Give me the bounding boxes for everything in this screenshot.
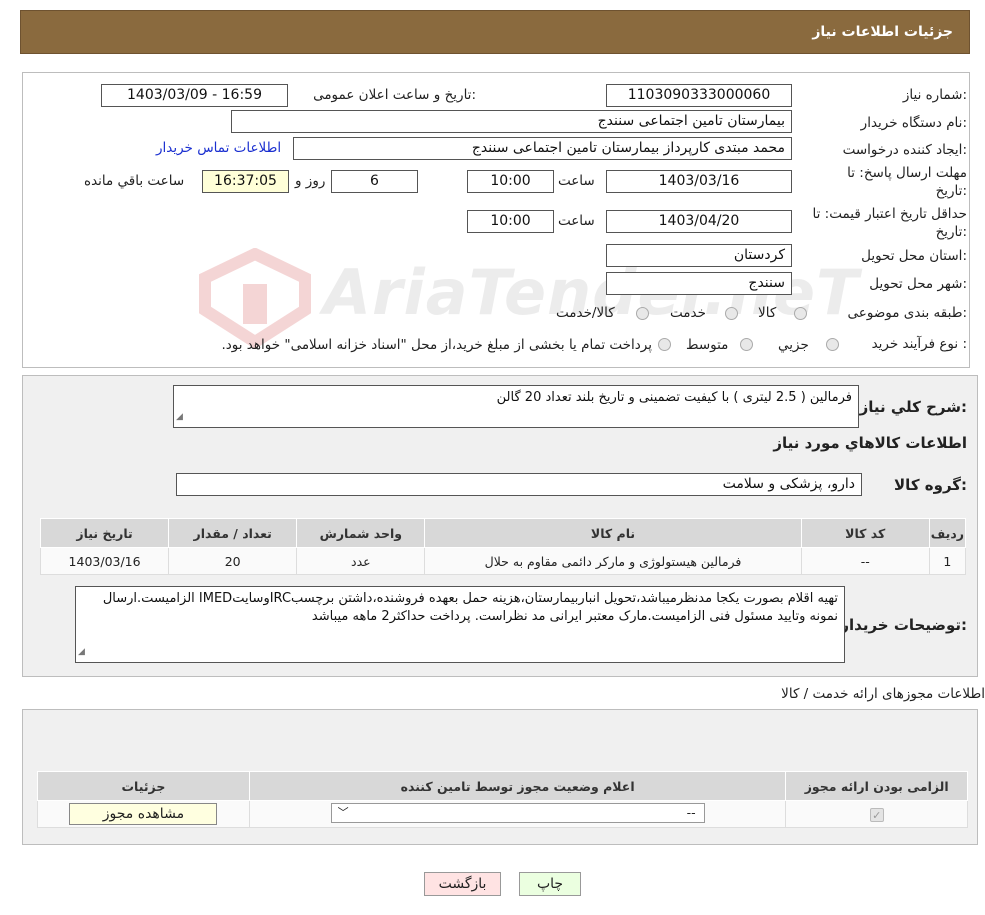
col-date: تاریخ نیاز	[39, 518, 170, 548]
process-medium-label: متوسط	[686, 337, 729, 353]
days-label: روز و	[295, 173, 326, 189]
deadline-time-field: 10:00	[467, 170, 554, 193]
permits-title: اطلاعات مجوزهای ارائه خدمت / کالا	[781, 686, 985, 702]
category-goods-service-radio[interactable]	[636, 307, 649, 320]
buyer-notes-label: توضیحات خریدار:	[840, 616, 967, 634]
goods-table: ردیف کد کالا نام کالا واحد شمارش تعداد /…	[39, 518, 967, 575]
remaining-time-field: 16:37:05	[202, 170, 289, 193]
permit-required-checkbox: ✓	[869, 807, 884, 822]
permits-table: الزامی بودن ارائه مجوز اعلام وضعیت مجوز …	[37, 771, 968, 828]
deadline-label: مهلت ارسال پاسخ: تا تاریخ:	[847, 165, 967, 199]
deadline-time-label: ساعت	[558, 173, 595, 189]
permit-status-select[interactable]: ﹀ --	[330, 802, 705, 823]
col-permit-details: جزئیات	[37, 771, 250, 801]
description-label: شرح کلي نیاز:	[859, 398, 967, 416]
goods-group-field: دارو، پزشکی و سلامت	[176, 473, 862, 496]
province-label: استان محل تحویل:	[861, 248, 967, 264]
process-label: نوع فرآیند خرید :	[871, 336, 967, 352]
view-permit-button[interactable]: مشاهده مجوز	[69, 803, 218, 825]
category-label: طبقه بندی موضوعی:	[847, 305, 967, 321]
process-minor-label: جزیي	[778, 337, 809, 353]
category-goods-service-label: کالا/خدمت	[556, 305, 615, 321]
process-minor-radio[interactable]	[826, 338, 839, 351]
col-quantity: تعداد / مقدار	[168, 518, 298, 548]
need-number-field: 1103090333000060	[606, 84, 792, 107]
buyer-contact-link[interactable]: اطلاعات تماس خریدار	[156, 140, 281, 156]
validity-label: حداقل تاریخ اعتبار قیمت: تا تاریخ:	[812, 206, 967, 240]
col-unit: واحد شمارش	[296, 518, 426, 548]
process-medium-radio[interactable]	[740, 338, 753, 351]
category-goods-label: کالا	[758, 305, 777, 321]
page-title: جزئیات اطلاعات نیاز	[812, 24, 953, 40]
category-goods-radio[interactable]	[794, 307, 807, 320]
buyer-org-label: نام دستگاه خریدار:	[860, 115, 967, 131]
days-remaining-field: 6	[331, 170, 418, 193]
table-row: ✓ ﹀ -- مشاهده مجوز	[37, 800, 968, 828]
category-service-radio[interactable]	[725, 307, 738, 320]
back-button[interactable]: بازگشت	[424, 872, 501, 896]
validity-time-field: 10:00	[467, 210, 554, 233]
city-label: شهر محل تحویل:	[869, 276, 967, 292]
chevron-down-icon: ﹀	[337, 805, 349, 819]
creator-label: ایجاد کننده درخواست:	[842, 142, 967, 158]
validity-date-field: 1403/04/20	[606, 210, 792, 233]
page-header: جزئیات اطلاعات نیاز	[20, 10, 970, 54]
category-service-label: خدمت	[670, 305, 706, 321]
col-code: کد کالا	[800, 518, 930, 548]
process-note: پرداخت تمام یا بخشی از مبلغ خرید،از محل …	[221, 337, 652, 353]
buyer-notes-textarea: تهیه اقلام بصورت یکجا مدنظرمیباشد،تحویل …	[75, 586, 845, 663]
goods-group-label: گروه کالا:	[894, 476, 967, 494]
treasury-checkbox[interactable]	[658, 338, 671, 351]
col-name: نام کالا	[424, 518, 802, 548]
province-field: کردستان	[606, 244, 792, 267]
announce-date-field: 1403/03/09 - 16:59	[101, 84, 288, 107]
col-permit-required: الزامی بودن ارائه مجوز	[785, 771, 968, 801]
deadline-date-field: 1403/03/16	[606, 170, 792, 193]
table-row: 1 -- فرمالین هیستولوژی و مارکر دائمی مقا…	[39, 547, 967, 575]
announce-date-label: تاریخ و ساعت اعلان عمومی:	[313, 87, 476, 103]
print-button[interactable]: چاپ	[519, 872, 581, 896]
creator-field: محمد مبتدی کارپرداز بیمارستان تامین اجتم…	[293, 137, 792, 160]
validity-time-label: ساعت	[558, 213, 595, 229]
col-row: ردیف	[928, 518, 967, 548]
description-textarea: فرمالین ( 2.5 لیتری ) با کیفیت تضمینی و …	[173, 385, 859, 428]
remaining-time-label: ساعت باقي مانده	[84, 173, 185, 189]
buyer-org-field: بیمارستان تامین اجتماعی سنندج	[231, 110, 792, 133]
col-permit-status: اعلام وضعیت مجوز توسط تامین کننده	[248, 771, 787, 801]
city-field: سنندج	[606, 272, 792, 295]
goods-info-title: اطلاعات کالاهاي مورد نیاز	[773, 434, 967, 452]
need-number-label: شماره نیاز:	[902, 87, 967, 103]
